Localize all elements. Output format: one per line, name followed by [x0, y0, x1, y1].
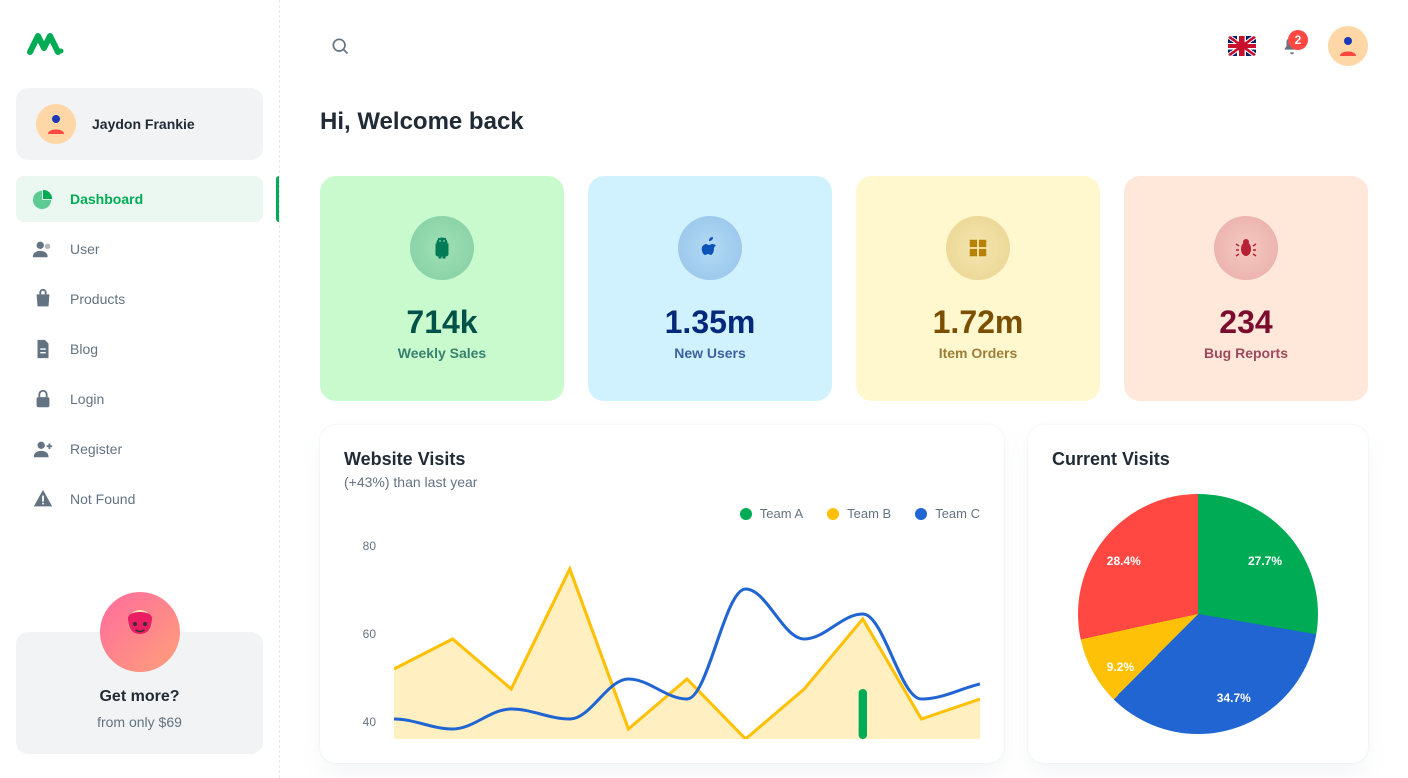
stat-card-bug-reports: 234 Bug Reports	[1124, 176, 1368, 401]
android-icon	[410, 216, 474, 280]
stat-value: 234	[1124, 304, 1368, 341]
pie-label: 27.7%	[1248, 554, 1282, 568]
stat-card-item-orders: 1.72m Item Orders	[856, 176, 1100, 401]
sidebar: Jaydon Frankie Dashboard User Products B…	[0, 0, 280, 778]
stats-row: 714k Weekly Sales 1.35m New Users 1.72m …	[320, 176, 1368, 401]
y-tick: 40	[363, 715, 376, 729]
nav-label: Not Found	[70, 491, 135, 507]
chart-pie-icon	[32, 188, 54, 210]
chart-plot	[394, 529, 980, 739]
chart-subtitle: (+43%) than last year	[344, 474, 980, 490]
nav-item-dashboard[interactable]: Dashboard	[16, 176, 263, 222]
page-title: Hi, Welcome back	[320, 108, 1368, 136]
pie-label: 9.2%	[1107, 660, 1134, 674]
stat-card-new-users: 1.35m New Users	[588, 176, 832, 401]
stat-label: Bug Reports	[1124, 345, 1368, 361]
header: 2	[280, 0, 1408, 92]
pie-label: 28.4%	[1107, 554, 1141, 568]
main: 2 Hi, Welcome back 714k Weekly Sales 1.3…	[280, 0, 1408, 778]
legend-dot-icon	[827, 508, 839, 520]
notifications-button[interactable]: 2	[1272, 26, 1312, 66]
legend-label: Team A	[760, 506, 803, 521]
y-axis: 80 60 40	[344, 529, 384, 739]
user-card[interactable]: Jaydon Frankie	[16, 88, 263, 160]
notifications-badge: 2	[1288, 30, 1308, 50]
promo-card: Get more? from only $69	[16, 632, 263, 754]
search-button[interactable]	[320, 26, 360, 66]
promo-title: Get more?	[32, 688, 247, 706]
legend-dot-icon	[740, 508, 752, 520]
windows-icon	[946, 216, 1010, 280]
nav-item-products[interactable]: Products	[16, 276, 263, 322]
nav-label: Dashboard	[70, 191, 143, 207]
lock-icon	[32, 388, 54, 410]
content: Hi, Welcome back 714k Weekly Sales 1.35m…	[280, 108, 1408, 763]
account-avatar[interactable]	[1328, 26, 1368, 66]
legend-item-team-c[interactable]: Team C	[915, 506, 980, 521]
legend-item-team-b[interactable]: Team B	[827, 506, 891, 521]
stat-value: 714k	[320, 304, 564, 341]
line-chart: 80 60 40	[344, 529, 980, 739]
stat-value: 1.72m	[856, 304, 1100, 341]
legend-label: Team B	[847, 506, 891, 521]
pie-label: 34.7%	[1217, 691, 1251, 705]
current-visits-card: Current Visits 27.7% 34.7% 9.2% 28.4%	[1028, 425, 1368, 763]
nav-list: Dashboard User Products Blog Login Regis…	[16, 176, 263, 526]
y-tick: 60	[363, 627, 376, 641]
nav-label: Blog	[70, 341, 98, 357]
avatar	[36, 104, 76, 144]
stat-value: 1.35m	[588, 304, 832, 341]
nav-item-blog[interactable]: Blog	[16, 326, 263, 372]
nav-item-user[interactable]: User	[16, 226, 263, 272]
stat-label: Weekly Sales	[320, 345, 564, 361]
website-visits-card: Website Visits (+43%) than last year Tea…	[320, 425, 1004, 763]
promo-avatar	[100, 592, 180, 672]
legend-label: Team C	[935, 506, 980, 521]
user-name: Jaydon Frankie	[92, 116, 195, 132]
legend-item-team-a[interactable]: Team A	[740, 506, 803, 521]
bug-icon	[1214, 216, 1278, 280]
promo-subtitle: from only $69	[32, 714, 247, 730]
nav-item-login[interactable]: Login	[16, 376, 263, 422]
chart-title: Website Visits	[344, 449, 980, 470]
nav-label: User	[70, 241, 100, 257]
pie-chart: 27.7% 34.7% 9.2% 28.4%	[1052, 494, 1344, 734]
apple-icon	[678, 216, 742, 280]
users-icon	[32, 238, 54, 260]
logo[interactable]	[24, 24, 64, 64]
y-tick: 80	[363, 539, 376, 553]
nav-label: Register	[70, 441, 122, 457]
language-flag-uk[interactable]	[1228, 36, 1256, 56]
legend-dot-icon	[915, 508, 927, 520]
stat-card-weekly-sales: 714k Weekly Sales	[320, 176, 564, 401]
nav-item-notfound[interactable]: Not Found	[16, 476, 263, 522]
nav-item-register[interactable]: Register	[16, 426, 263, 472]
search-icon	[330, 36, 350, 56]
charts-row: Website Visits (+43%) than last year Tea…	[320, 425, 1368, 763]
chart-legend: Team A Team B Team C	[344, 506, 980, 521]
shopping-bag-icon	[32, 288, 54, 310]
nav-label: Login	[70, 391, 104, 407]
stat-label: New Users	[588, 345, 832, 361]
stat-label: Item Orders	[856, 345, 1100, 361]
nav-label: Products	[70, 291, 125, 307]
file-icon	[32, 338, 54, 360]
user-plus-icon	[32, 438, 54, 460]
chart-title: Current Visits	[1052, 449, 1344, 470]
alert-icon	[32, 488, 54, 510]
